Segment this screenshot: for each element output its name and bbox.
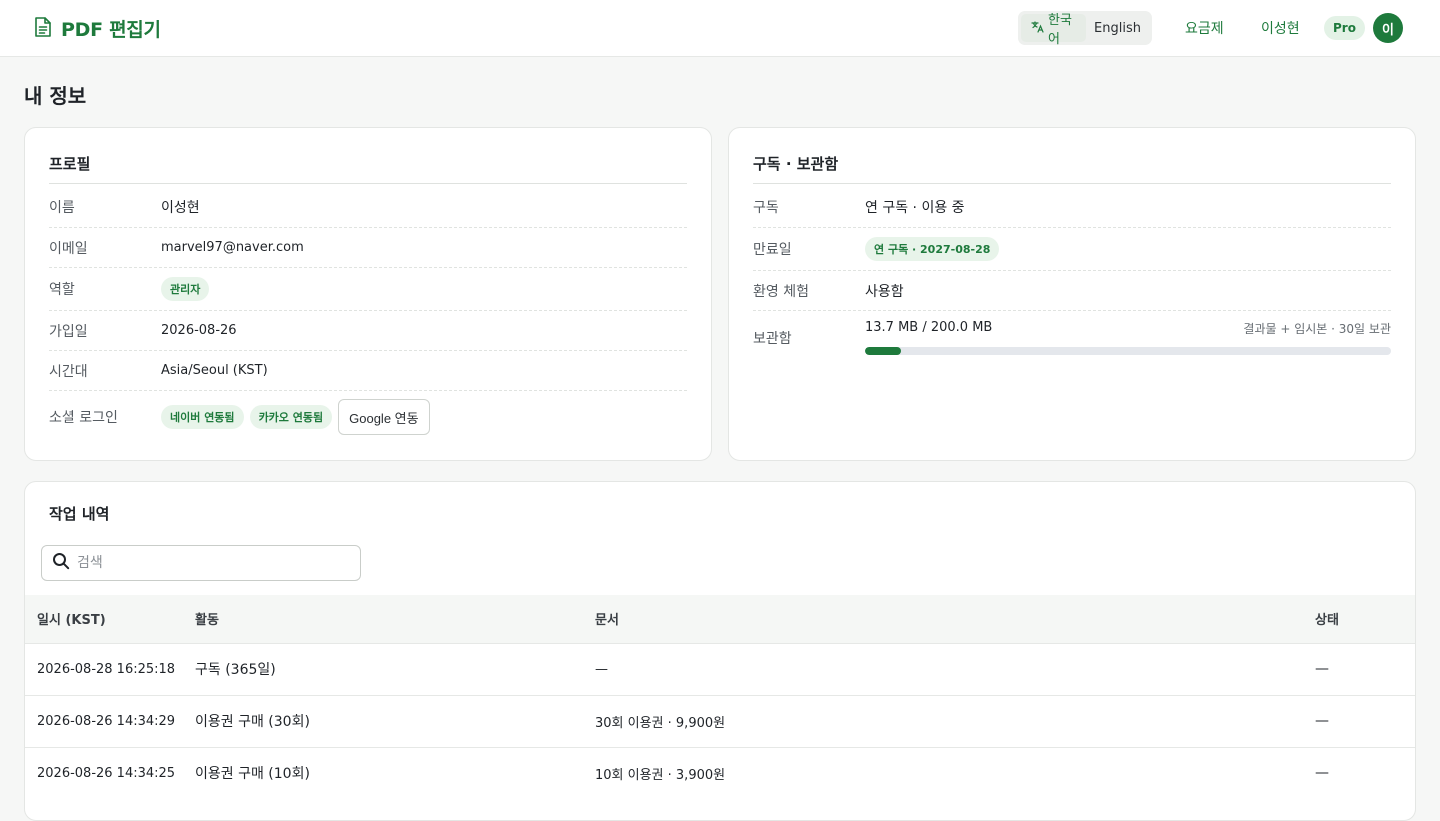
subscription-label: 구독: [753, 200, 779, 216]
storage-block: 13.7 MB / 200.0 MB 결과물 + 임시본 · 30일 보관: [865, 316, 1391, 355]
profile-row-timezone: 시간대 Asia/Seoul (KST): [49, 351, 687, 391]
cell-status: —: [1315, 746, 1415, 799]
storage-usage: 13.7 MB / 200.0 MB: [865, 320, 993, 335]
lang-korean-button[interactable]: 한국어: [1021, 13, 1087, 47]
storage-progress-bar: [865, 347, 1391, 355]
column-header-document[interactable]: 문서: [595, 595, 1315, 643]
divider: [49, 183, 687, 184]
joined-value: 2026-08-26: [161, 323, 237, 338]
cell-status: —: [1315, 642, 1415, 695]
profile-row-social: 소셜 로그인 네이버 연동됨 카카오 연동됨 Google 연동: [49, 395, 687, 439]
storage-label: 보관함: [753, 331, 792, 347]
column-header-activity[interactable]: 활동: [195, 595, 595, 643]
activity-card-title: 작업 내역: [49, 505, 110, 523]
kakao-linked-badge: 카카오 연동됨: [249, 405, 333, 429]
social-login-label: 소셜 로그인: [49, 410, 118, 426]
subscription-card-title: 구독 · 보관함: [753, 155, 839, 173]
profile-row-name: 이름 이성현: [49, 187, 687, 228]
cell-document: 30회 이용권 · 9,900원: [595, 694, 1315, 747]
table-row[interactable]: 2026-08-28 16:25:18 구독 (365일) — —: [25, 642, 1415, 695]
subscription-value: 연 구독 · 이용 중: [865, 200, 965, 216]
trial-value: 사용함: [865, 283, 904, 300]
social-login-list: 네이버 연동됨 카카오 연동됨 Google 연동: [161, 399, 430, 435]
google-link-button[interactable]: Google 연동: [338, 399, 430, 435]
language-toggle: 한국어 English: [1018, 11, 1152, 47]
subscription-row-trial: 환영 체험 사용함: [753, 271, 1391, 311]
table-header-row: 일시 (KST) 활동 문서 상태: [25, 595, 1415, 643]
lang-english-button[interactable]: English: [1086, 14, 1149, 42]
cell-document: 10회 이용권 · 3,900원: [595, 746, 1315, 799]
search-input[interactable]: [77, 555, 347, 571]
search-box: [41, 545, 361, 581]
table-row[interactable]: 2026-08-26 14:34:25 이용권 구매 (10회) 10회 이용권…: [25, 746, 1415, 799]
column-header-status[interactable]: 상태: [1315, 595, 1415, 643]
naver-linked-badge: 네이버 연동됨: [161, 405, 244, 429]
joined-label: 가입일: [49, 323, 88, 340]
name-label: 이름: [49, 200, 75, 216]
column-header-time[interactable]: 일시 (KST): [25, 595, 195, 643]
name-value: 이성현: [161, 200, 200, 216]
timezone-value: Asia/Seoul (KST): [161, 363, 268, 378]
activity-table: 일시 (KST) 활동 문서 상태 2026-08-28 16:25:18 구독…: [25, 595, 1415, 799]
profile-card: 프로필 이름 이성현 이메일 marvel97@naver.com 역할 관리자…: [24, 127, 712, 461]
email-value: marvel97@naver.com: [161, 240, 304, 255]
timezone-label: 시간대: [49, 363, 88, 380]
profile-card-title: 프로필: [49, 155, 91, 173]
page-title: 내 정보: [24, 84, 87, 108]
brand-name: PDF 편집기: [61, 19, 161, 41]
profile-row-email: 이메일 marvel97@naver.com: [49, 228, 687, 268]
storage-note: 결과물 + 임시본 · 30일 보관: [1243, 322, 1391, 336]
document-icon: [33, 16, 53, 42]
search-icon: [52, 552, 70, 574]
role-badge: 관리자: [161, 277, 210, 301]
top-bar: PDF 편집기 한국어 English 요금제 이성현 Pro 이: [0, 0, 1440, 57]
email-label: 이메일: [49, 240, 88, 257]
cell-activity: 구독 (365일): [195, 642, 595, 695]
user-name-link[interactable]: 이성현: [1261, 18, 1300, 38]
brand[interactable]: PDF 편집기: [33, 15, 161, 42]
subscription-row-expiry: 만료일 연 구독 · 2027-08-28: [753, 228, 1391, 271]
profile-row-role: 역할 관리자: [49, 268, 687, 311]
trial-label: 환영 체험: [753, 283, 809, 300]
profile-row-joined: 가입일 2026-08-26: [49, 311, 687, 351]
lang-korean-label: 한국어: [1048, 13, 1072, 47]
cell-time: 2026-08-28 16:25:18: [25, 642, 195, 695]
translate-icon: [1031, 20, 1044, 37]
avatar[interactable]: 이: [1373, 13, 1403, 43]
expiry-label: 만료일: [753, 242, 792, 258]
cell-activity: 이용권 구매 (30회): [195, 694, 595, 747]
subscription-row-storage: 보관함 13.7 MB / 200.0 MB 결과물 + 임시본 · 30일 보…: [753, 316, 1391, 360]
cell-time: 2026-08-26 14:34:29: [25, 694, 195, 747]
activity-card: 작업 내역 일시 (KST) 활동 문서 상태 2026-08-28 16:25…: [24, 481, 1416, 821]
cell-status: —: [1315, 694, 1415, 747]
cell-document: —: [595, 642, 1315, 695]
divider: [753, 183, 1391, 184]
table-row[interactable]: 2026-08-26 14:34:29 이용권 구매 (30회) 30회 이용권…: [25, 694, 1415, 747]
plan-badge: Pro: [1324, 16, 1365, 40]
subscription-card: 구독 · 보관함 구독 연 구독 · 이용 중 만료일 연 구독 · 2027-…: [728, 127, 1416, 461]
storage-progress-fill: [865, 347, 902, 355]
expiry-badge: 연 구독 · 2027-08-28: [865, 237, 1000, 261]
role-label: 역할: [49, 282, 75, 298]
pricing-link[interactable]: 요금제: [1185, 18, 1224, 38]
cell-activity: 이용권 구매 (10회): [195, 746, 595, 799]
cell-time: 2026-08-26 14:34:25: [25, 746, 195, 799]
subscription-row-plan: 구독 연 구독 · 이용 중: [753, 187, 1391, 228]
